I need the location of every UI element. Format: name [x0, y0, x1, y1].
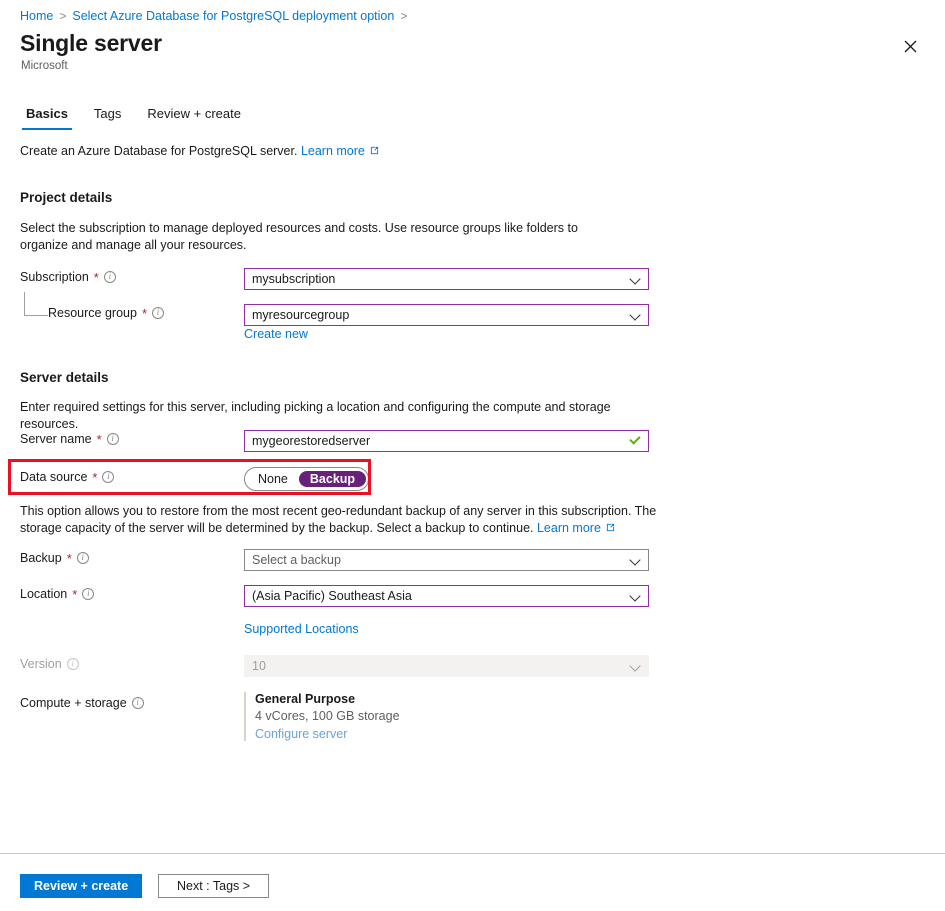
tab-review-create[interactable]: Review + create — [143, 106, 245, 130]
compute-storage-row: Compute + storage General Purpose 4 vCor… — [0, 692, 945, 756]
compute-storage-spec: 4 vCores, 100 GB storage — [255, 709, 400, 723]
tab-basics[interactable]: Basics — [22, 106, 72, 130]
breadcrumb-separator: > — [400, 9, 408, 23]
required-marker: * — [72, 586, 78, 602]
server-name-input[interactable]: mygeorestoredserver — [244, 430, 649, 452]
configure-server-link[interactable]: Configure server — [255, 727, 400, 741]
backup-dropdown[interactable]: Select a backup — [244, 549, 649, 571]
chevron-down-icon — [630, 273, 642, 285]
server-name-row: Server name * mygeorestoredserver — [0, 430, 945, 452]
validation-check-icon — [628, 434, 642, 448]
chevron-down-icon — [630, 660, 642, 672]
data-source-label-text: Data source — [20, 470, 88, 484]
data-source-row: Data source * None Backup — [0, 467, 945, 491]
subscription-label: Subscription * — [20, 270, 116, 284]
project-details-description: Select the subscription to manage deploy… — [20, 221, 578, 252]
breadcrumb-item-home[interactable]: Home — [20, 8, 53, 24]
chevron-down-icon — [630, 554, 642, 566]
version-row: Version 10 — [0, 655, 945, 677]
subscription-row: Subscription * mysubscription — [0, 268, 945, 290]
resource-group-label: Resource group * — [48, 305, 165, 321]
info-icon[interactable] — [76, 552, 89, 564]
info-icon[interactable] — [102, 471, 115, 483]
page-publisher: Microsoft — [21, 60, 68, 72]
server-name-label-text: Server name — [20, 432, 92, 446]
supported-locations-link[interactable]: Supported Locations — [244, 622, 359, 636]
resource-group-dropdown[interactable]: myresourcegroup — [244, 304, 649, 326]
location-dropdown[interactable]: (Asia Pacific) Southeast Asia — [244, 585, 649, 607]
breadcrumb-item-deployment-option[interactable]: Select Azure Database for PostgreSQL dep… — [72, 8, 394, 24]
version-dropdown: 10 — [244, 655, 649, 677]
info-icon[interactable] — [82, 588, 95, 600]
footer-divider — [0, 853, 945, 854]
info-icon[interactable] — [131, 697, 144, 709]
required-marker: * — [92, 469, 98, 485]
subscription-dropdown[interactable]: mysubscription — [244, 268, 649, 290]
resource-group-value: myresourcegroup — [252, 308, 350, 322]
intro-learn-more-link[interactable]: Learn more — [301, 144, 365, 158]
next-tags-button[interactable]: Next : Tags > — [158, 874, 270, 898]
info-icon[interactable] — [103, 271, 116, 283]
server-details-heading: Server details — [20, 370, 109, 385]
project-details-heading: Project details — [20, 190, 113, 205]
review-create-button[interactable]: Review + create — [20, 874, 143, 898]
backup-row: Backup * Select a backup — [0, 549, 945, 571]
location-label: Location * — [20, 586, 95, 602]
external-link-icon — [607, 523, 615, 532]
create-single-server-blade: Home > Select Azure Database for Postgre… — [0, 0, 945, 911]
resource-group-label-text: Resource group — [48, 306, 137, 320]
breadcrumb-separator: > — [59, 9, 67, 23]
required-marker: * — [96, 431, 102, 447]
required-marker: * — [141, 305, 148, 321]
subscription-label-text: Subscription — [20, 270, 89, 284]
version-label-text: Version — [20, 657, 62, 671]
info-icon[interactable] — [152, 307, 165, 319]
backup-placeholder: Select a backup — [252, 553, 341, 567]
page-title: Single server — [20, 30, 162, 56]
data-source-label: Data source * — [20, 469, 115, 485]
intro-text: Create an Azure Database for PostgreSQL … — [20, 144, 379, 158]
version-value: 10 — [252, 659, 266, 673]
location-label-text: Location — [20, 587, 68, 601]
server-details-description: Enter required settings for this server,… — [20, 400, 611, 431]
location-value: (Asia Pacific) Southeast Asia — [252, 589, 412, 603]
compute-storage-label: Compute + storage — [20, 696, 144, 710]
info-icon[interactable] — [106, 433, 119, 445]
data-source-learn-more-link[interactable]: Learn more — [537, 521, 601, 535]
compute-storage-label-text: Compute + storage — [20, 696, 127, 710]
data-source-option-backup[interactable]: Backup — [298, 471, 367, 487]
compute-storage-tier: General Purpose — [255, 692, 356, 706]
close-icon[interactable] — [897, 33, 923, 59]
subscription-value: mysubscription — [252, 272, 336, 286]
required-marker: * — [93, 269, 99, 285]
create-new-resource-group-link[interactable]: Create new — [244, 327, 308, 341]
tab-bar: Basics Tags Review + create — [22, 106, 245, 130]
data-source-note: This option allows you to restore from t… — [20, 503, 665, 537]
tab-tags[interactable]: Tags — [90, 106, 125, 130]
resource-group-row: Resource group * myresourcegroup — [0, 304, 945, 326]
server-name-label: Server name * — [20, 432, 119, 446]
chevron-down-icon — [630, 590, 642, 602]
required-marker: * — [66, 550, 72, 566]
info-icon[interactable] — [66, 658, 79, 670]
intro-label: Create an Azure Database for PostgreSQL … — [20, 144, 298, 158]
version-label: Version — [20, 657, 79, 671]
location-row: Location * (Asia Pacific) Southeast Asia — [0, 585, 945, 607]
backup-label-text: Backup — [20, 551, 62, 565]
compute-storage-card: General Purpose 4 vCores, 100 GB storage… — [244, 692, 400, 741]
external-link-icon — [371, 146, 379, 155]
backup-label: Backup * — [20, 551, 89, 565]
data-source-toggle[interactable]: None Backup — [244, 467, 370, 491]
chevron-down-icon — [630, 309, 642, 321]
server-name-value: mygeorestoredserver — [252, 434, 371, 448]
data-source-option-none[interactable]: None — [247, 471, 299, 487]
breadcrumb: Home > Select Azure Database for Postgre… — [20, 8, 407, 24]
